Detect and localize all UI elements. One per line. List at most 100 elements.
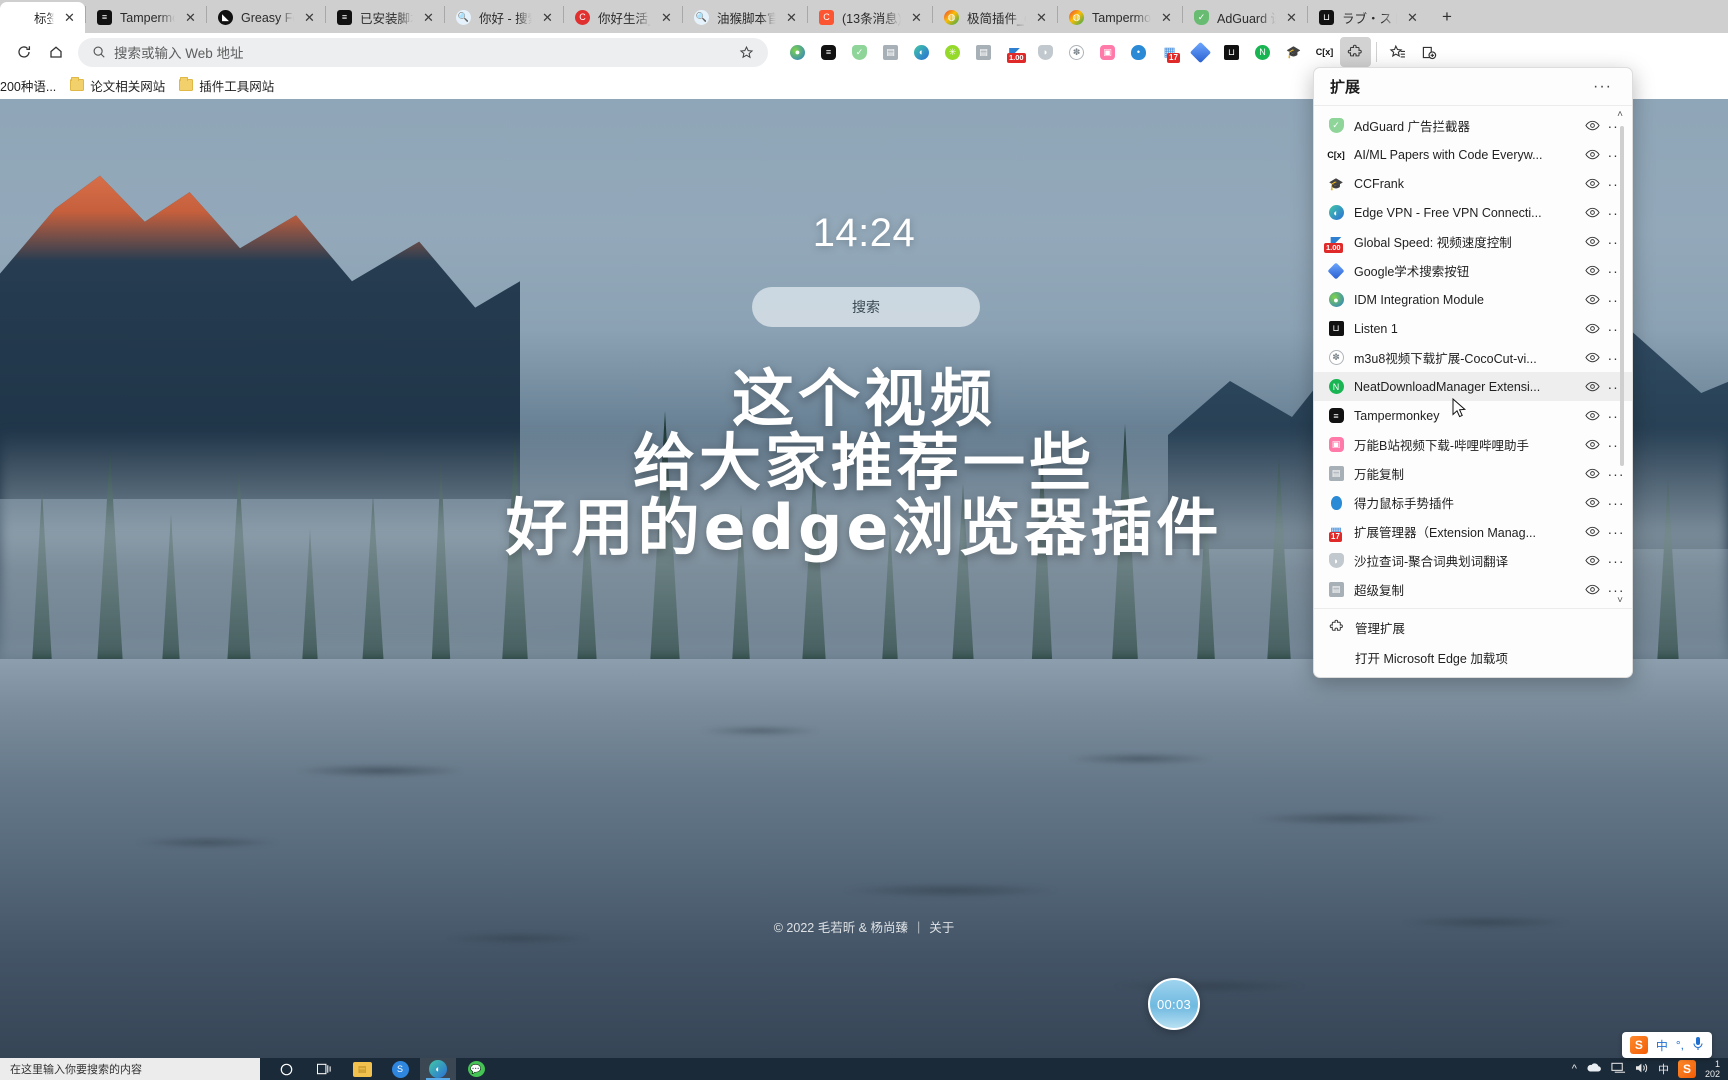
extension-list-item[interactable]: ▦ 17 扩展管理器（Extension Manag... ··· <box>1314 517 1632 546</box>
extension-more-icon[interactable]: ··· <box>1604 350 1628 366</box>
extension-button-edge-vpn[interactable]: ◐ <box>906 37 937 67</box>
extension-list-item[interactable]: C[x] AI/ML Papers with Code Everyw... ··… <box>1314 140 1632 169</box>
hide-extension-eye-icon[interactable] <box>1580 497 1604 508</box>
hide-extension-eye-icon[interactable] <box>1580 323 1604 334</box>
taskbar-app-file-explorer[interactable]: ▤ <box>344 1058 380 1080</box>
extension-list-item[interactable]: Google学术搜索按钮 ··· <box>1314 256 1632 285</box>
tray-ime-label[interactable]: 中 <box>1658 1061 1669 1077</box>
extension-button-global-speed[interactable]: ◤ 1.00 <box>999 37 1030 67</box>
extension-button-aiml-papers[interactable]: C[x] <box>1309 37 1340 67</box>
extension-button-saladict[interactable]: ◗ <box>1030 37 1061 67</box>
extension-list-item[interactable]: ✽ m3u8视频下载扩展-CocoCut-vi... ··· <box>1314 343 1632 372</box>
tab-close-button[interactable]: ✕ <box>538 8 557 27</box>
extension-more-icon[interactable]: ··· <box>1604 524 1628 540</box>
open-edge-addons-item[interactable]: 打开 Microsoft Edge 加载项 <box>1314 642 1632 672</box>
add-favorite-icon[interactable] <box>734 45 758 60</box>
extension-more-icon[interactable]: ··· <box>1604 553 1628 569</box>
browser-tab[interactable]: ≡ 已安装脚本 ✕ <box>326 2 444 33</box>
extension-list-item[interactable]: ▤ 超级复制 ··· <box>1314 575 1632 604</box>
extension-list-item[interactable]: ✓ AdGuard 广告拦截器 ··· <box>1314 111 1632 140</box>
extension-button-lemon[interactable]: ✳ <box>937 37 968 67</box>
browser-tab[interactable]: 🔍 油猴脚本官网 ✕ <box>683 2 807 33</box>
browser-tab[interactable]: C (13条消息) G ✕ <box>808 2 932 33</box>
extension-list-item[interactable]: 得力鼠标手势插件 ··· <box>1314 488 1632 517</box>
hide-extension-eye-icon[interactable] <box>1580 526 1604 537</box>
windows-start-icon[interactable] <box>268 1058 304 1080</box>
extension-button-m3u8[interactable]: ✽ <box>1061 37 1092 67</box>
favorites-icon[interactable] <box>1382 37 1413 67</box>
home-icon[interactable] <box>40 37 72 67</box>
hide-extension-eye-icon[interactable] <box>1580 178 1604 189</box>
browser-tab[interactable]: ⊔ ラブ・スト ✕ <box>1308 2 1428 33</box>
browser-tab[interactable]: ◍ 极简插件_Ch ✕ <box>933 2 1057 33</box>
extension-button-mouse-gesture[interactable]: • <box>1123 37 1154 67</box>
extension-button-neatdownloadmanager[interactable]: N <box>1247 37 1278 67</box>
extension-more-icon[interactable]: ··· <box>1604 408 1628 424</box>
tab-close-button[interactable]: ✕ <box>181 8 200 27</box>
browser-tab[interactable]: C 你好生活_央 ✕ <box>564 2 682 33</box>
hide-extension-eye-icon[interactable] <box>1580 555 1604 566</box>
hide-extension-eye-icon[interactable] <box>1580 381 1604 392</box>
extension-more-icon[interactable]: ··· <box>1604 466 1628 482</box>
extension-button-google-scholar[interactable] <box>1185 37 1216 67</box>
bookmark-item[interactable]: 200种语... <box>0 74 63 96</box>
taskbar-app-microsoft-edge[interactable]: ◐ <box>420 1058 456 1080</box>
flyout-scrollbar[interactable] <box>1620 126 1624 466</box>
browser-tab[interactable]: 标签页 ✕ <box>0 2 85 33</box>
extension-button-listen1[interactable]: ⊔ <box>1216 37 1247 67</box>
more-horizontal-icon[interactable]: ··· <box>1587 74 1618 100</box>
taskbar-clock[interactable]: 1 202 <box>1705 1059 1720 1079</box>
browser-tab[interactable]: ◣ Greasy Fork - ✕ <box>207 2 325 33</box>
extension-more-icon[interactable]: ··· <box>1604 379 1628 395</box>
extension-more-icon[interactable]: ··· <box>1604 234 1628 250</box>
extension-more-icon[interactable]: ··· <box>1604 495 1628 511</box>
extension-list-item[interactable]: ● IDM Integration Module ··· <box>1314 285 1632 314</box>
hide-extension-eye-icon[interactable] <box>1580 584 1604 595</box>
extension-more-icon[interactable]: ··· <box>1604 147 1628 163</box>
onedrive-icon[interactable] <box>1586 1062 1602 1076</box>
tab-close-button[interactable]: ✕ <box>60 8 79 27</box>
extension-list-item[interactable]: ▣ 万能B站视频下载-哔哩哔哩助手 ··· <box>1314 430 1632 459</box>
collections-icon[interactable] <box>1413 37 1444 67</box>
extension-button-bilibili[interactable]: ▣ <box>1092 37 1123 67</box>
tab-close-button[interactable]: ✕ <box>657 8 676 27</box>
extension-more-icon[interactable]: ··· <box>1604 321 1628 337</box>
extension-button-idm[interactable]: ● <box>782 37 813 67</box>
new-tab-button[interactable]: + <box>1432 3 1462 31</box>
extension-list-item[interactable]: N NeatDownloadManager Extensi... ··· <box>1314 372 1632 401</box>
extension-more-icon[interactable]: ··· <box>1604 292 1628 308</box>
volume-icon[interactable] <box>1635 1062 1649 1077</box>
hide-extension-eye-icon[interactable] <box>1580 410 1604 421</box>
extension-button-super-copy[interactable]: ▤ <box>968 37 999 67</box>
extension-more-icon[interactable]: ··· <box>1604 437 1628 453</box>
extension-more-icon[interactable]: ··· <box>1604 263 1628 279</box>
browser-tab[interactable]: ≡ Tampermonk ✕ <box>86 2 206 33</box>
ime-mode-label[interactable]: 中 <box>1656 1037 1668 1054</box>
hide-extension-eye-icon[interactable] <box>1580 294 1604 305</box>
extension-more-icon[interactable]: ··· <box>1604 205 1628 221</box>
extension-list-item[interactable]: ▤ 万能复制 ··· <box>1314 459 1632 488</box>
chevron-down-icon[interactable]: ˅ <box>1612 592 1628 608</box>
browser-tab[interactable]: 🔍 你好 - 搜索 ✕ <box>445 2 563 33</box>
bookmark-item[interactable]: 论文相关网站 <box>63 74 172 96</box>
extension-button-wanneng-copy[interactable]: ▤ <box>875 37 906 67</box>
extension-more-icon[interactable]: ··· <box>1604 176 1628 192</box>
taskbar-search-box[interactable]: 在这里输入你要搜索的内容 <box>0 1058 260 1080</box>
browser-tab[interactable]: ✓ AdGuard 设置 ✕ <box>1183 2 1307 33</box>
browser-tab[interactable]: ◍ Tampermonk ✕ <box>1058 2 1182 33</box>
extension-button-extension-manager[interactable]: ▦ 17 <box>1154 37 1185 67</box>
footer-about-link[interactable]: 关于 <box>929 917 954 936</box>
network-icon[interactable] <box>1611 1062 1626 1077</box>
tab-close-button[interactable]: ✕ <box>419 8 438 27</box>
extensions-puzzle-icon[interactable] <box>1340 37 1371 67</box>
tab-close-button[interactable]: ✕ <box>300 8 319 27</box>
address-bar[interactable]: 搜索或输入 Web 地址 <box>78 37 768 67</box>
extension-list-item[interactable]: ◗ 沙拉查词-聚合词典划词翻译 ··· <box>1314 546 1632 575</box>
bookmark-item[interactable]: 插件工具网站 <box>172 74 281 96</box>
extension-list-item[interactable]: ◤ 1.00 Global Speed: 视频速度控制 ··· <box>1314 227 1632 256</box>
tab-close-button[interactable]: ✕ <box>782 8 801 27</box>
hide-extension-eye-icon[interactable] <box>1580 439 1604 450</box>
chevron-up-icon[interactable]: ˄ <box>1612 106 1628 122</box>
extension-list-item[interactable]: ◐ Edge VPN - Free VPN Connecti... ··· <box>1314 198 1632 227</box>
ime-floating-bar[interactable]: S 中 °, <box>1621 1032 1712 1058</box>
